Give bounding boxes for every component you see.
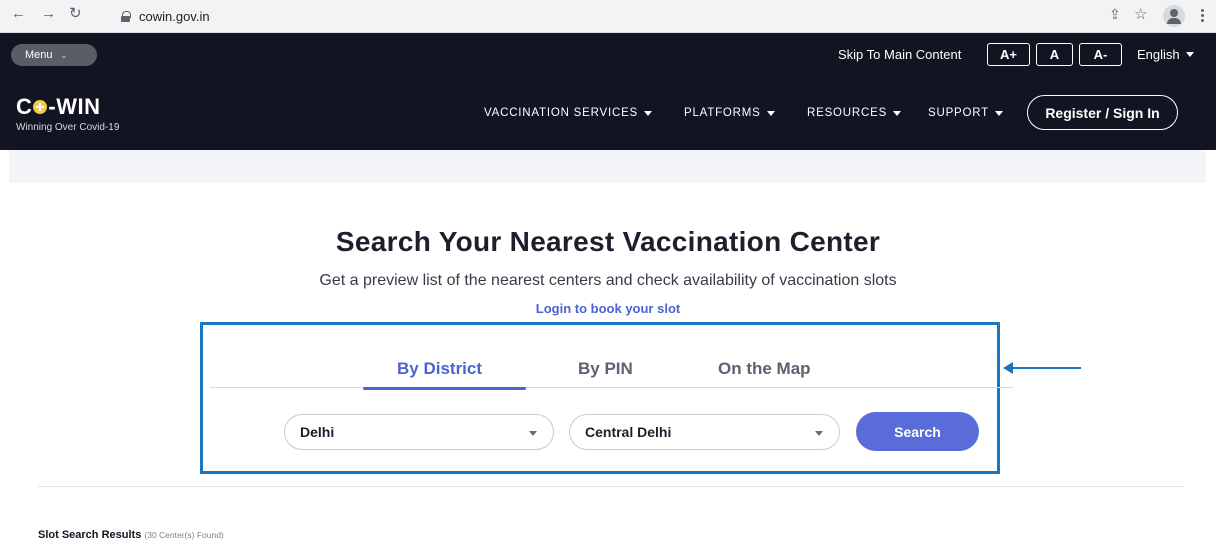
caret-down-icon [994,110,1003,116]
main-header: C -WIN Winning Over Covid-19 VACCINATION… [0,76,1216,150]
utility-bar: Menu ⌄ Skip To Main Content A+ A A- Engl… [0,33,1216,76]
language-selector[interactable]: English [1137,47,1194,62]
state-select[interactable]: Delhi [284,414,554,450]
caret-down-icon [1185,52,1194,57]
tabs-divider [210,387,1013,388]
logo-plus-icon [33,100,48,114]
chevron-down-icon: ⌄ [60,50,68,60]
state-select-value: Delhi [300,424,335,440]
font-decrease-button[interactable]: A- [1079,43,1122,66]
annotation-arrow-shaft [1009,367,1081,369]
page-title: Search Your Nearest Vaccination Center [335,226,881,257]
results-count: (30 Center(s) Found) [144,530,224,540]
annotation-arrow-icon [1003,362,1013,374]
bookmark-star-icon[interactable]: ☆ [1134,5,1147,23]
caret-down-icon [766,110,775,116]
district-select-value: Central Delhi [585,424,672,440]
browser-toolbar: ← → ↻ cowin.gov.in ⇪ ☆ [0,0,1216,33]
cowin-logo[interactable]: C -WIN Winning Over Covid-19 [16,94,119,133]
search-panel: By District By PIN On the Map Delhi Cent… [200,322,1013,474]
font-increase-button[interactable]: A+ [987,43,1030,66]
back-arrow-icon[interactable]: ← [11,5,26,22]
share-icon[interactable]: ⇪ [1109,6,1121,23]
language-label: English [1137,47,1180,62]
caret-down-icon [815,431,823,436]
nav-label: SUPPORT [928,107,989,119]
lock-icon [121,10,131,22]
caret-down-icon [644,110,653,116]
forward-arrow-icon[interactable]: → [41,5,56,22]
tab-by-district[interactable]: By District [397,359,482,379]
logo-tagline: Winning Over Covid-19 [16,122,120,133]
menu-button[interactable]: Menu ⌄ [11,44,97,66]
nav-label: RESOURCES [807,107,888,119]
menu-label: Menu [25,49,53,61]
nav-vaccination-services[interactable]: VACCINATION SERVICES [484,107,653,119]
page-subtitle: Get a preview list of the nearest center… [319,272,897,289]
skip-to-main-link[interactable]: Skip To Main Content [838,47,961,62]
nav-resources[interactable]: RESOURCES [807,107,902,119]
nav-platforms[interactable]: PLATFORMS [684,107,775,119]
login-link-text[interactable]: Login to book your slot [536,301,680,316]
address-url: cowin.gov.in [139,8,210,24]
active-tab-indicator [363,387,526,390]
logo-wordmark: C -WIN [16,94,119,120]
nav-label: VACCINATION SERVICES [484,107,639,119]
nav-label: PLATFORMS [684,107,761,119]
slot-search-results-heading: Slot Search Results (30 Center(s) Found) [38,529,224,541]
register-sign-in-button[interactable]: Register / Sign In [1027,95,1178,130]
search-button[interactable]: Search [856,412,979,451]
address-bar[interactable]: cowin.gov.in [121,4,1058,28]
more-options-icon[interactable] [1201,9,1204,23]
caret-down-icon [893,110,902,116]
reload-icon[interactable]: ↻ [69,4,82,22]
logo-suffix: -WIN [48,94,101,119]
nav-support[interactable]: SUPPORT [928,107,1003,119]
profile-avatar-icon[interactable] [1163,5,1185,27]
results-label: Slot Search Results [38,529,142,541]
district-select[interactable]: Central Delhi [569,414,840,450]
login-to-book-link: Login to book your slot [0,301,1216,316]
font-normal-button[interactable]: A [1036,43,1073,66]
tab-by-pin[interactable]: By PIN [578,359,633,379]
tab-on-the-map[interactable]: On the Map [718,359,811,379]
section-divider [38,486,1184,487]
announcement-strip [9,150,1206,183]
caret-down-icon [529,431,537,436]
logo-prefix: C [16,94,33,119]
